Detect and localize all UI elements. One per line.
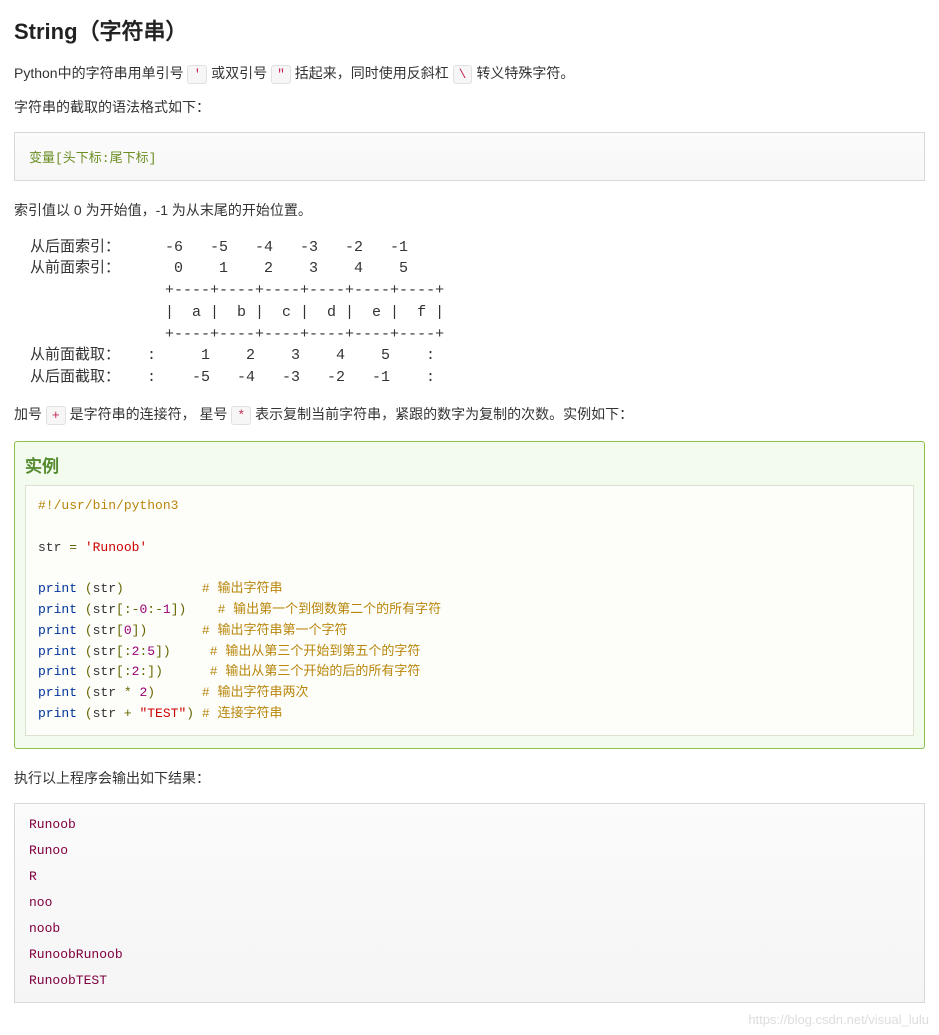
intro-paragraph-1: Python中的字符串用单引号 ' 或双引号 " 括起来，同时使用反斜杠 \ 转… xyxy=(14,62,925,86)
example-title: 实例 xyxy=(25,452,914,477)
text: 或双引号 xyxy=(207,65,271,81)
inline-code-backslash: \ xyxy=(453,65,473,84)
text: Python中的字符串用单引号 xyxy=(14,65,187,81)
intro-paragraph-2: 字符串的截取的语法格式如下： xyxy=(14,96,925,120)
syntax-box: 变量[头下标:尾下标] xyxy=(14,132,925,181)
output-box: Runoob Runoo R noo noob RunoobRunoob Run… xyxy=(14,803,925,1003)
page-title: String（字符串） xyxy=(14,14,925,46)
inline-code-star: * xyxy=(231,406,251,425)
output-text: Runoob Runoo R noo noob RunoobRunoob Run… xyxy=(14,803,925,1003)
inline-code-dquote: " xyxy=(271,65,291,84)
output-intro: 执行以上程序会输出如下结果： xyxy=(14,767,925,791)
example-box: 实例 #!/usr/bin/python3 str = 'Runoob' pri… xyxy=(14,441,925,749)
example-code: #!/usr/bin/python3 str = 'Runoob' print … xyxy=(38,496,901,725)
syntax-code: 变量[头下标:尾下标] xyxy=(14,132,925,181)
text: 表示复制当前字符串，紧跟的数字为复制的次数。实例如下： xyxy=(251,406,633,422)
text: 是字符串的连接符， 星号 xyxy=(66,406,232,422)
text: 加号 xyxy=(14,406,46,422)
operators-paragraph: 加号 + 是字符串的连接符， 星号 * 表示复制当前字符串，紧跟的数字为复制的次… xyxy=(14,403,925,427)
index-note: 索引值以 0 为开始值，-1 为从末尾的开始位置。 xyxy=(14,199,925,223)
text: 转义特殊字符。 xyxy=(472,65,574,81)
example-code-container: #!/usr/bin/python3 str = 'Runoob' print … xyxy=(25,485,914,736)
watermark: https://blog.csdn.net/visual_lulu xyxy=(748,1012,929,1027)
inline-code-squote: ' xyxy=(187,65,207,84)
inline-code-plus: + xyxy=(46,406,66,425)
text: 括起来，同时使用反斜杠 xyxy=(291,65,453,81)
ascii-index-diagram: 从后面索引： -6 -5 -4 -3 -2 -1 从前面索引： 0 1 2 3 … xyxy=(14,237,925,389)
